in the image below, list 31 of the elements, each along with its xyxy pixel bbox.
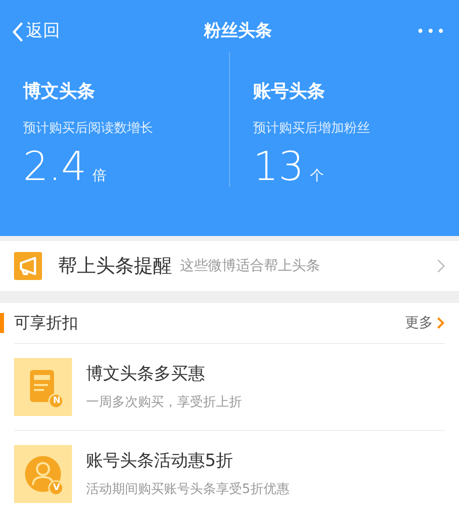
offer-item[interactable]: V 账号头条活动惠5折 活动期间购买账号头条享受5折优惠: [14, 430, 445, 514]
offer-title: 账号头条活动惠5折: [86, 450, 234, 472]
stat-description: 预计购买后增加粉丝: [253, 120, 371, 138]
megaphone-icon: [14, 252, 42, 280]
section-marker: [0, 313, 4, 333]
chevron-icon: [437, 259, 445, 273]
stat-unit: 个: [310, 166, 324, 186]
stat-value: 13: [253, 146, 304, 186]
person-icon: [25, 456, 61, 492]
more-link[interactable]: 更多: [405, 312, 445, 334]
stat-title: 账号头条: [253, 80, 326, 104]
reminder-row[interactable]: 帮上头条提醒 这些微博适合帮上头条: [0, 241, 459, 291]
reminder-title: 帮上头条提醒: [58, 254, 172, 279]
back-icon: [12, 21, 24, 43]
offer-description: 一周多次购买，享受折上折: [86, 394, 242, 412]
offer-title: 博文头条多买惠: [86, 362, 206, 386]
stat-value: 2.4: [23, 146, 87, 186]
badge-circle: [48, 393, 64, 409]
section-title: 可享折扣: [14, 312, 78, 334]
page-title: 粉丝头条: [204, 20, 272, 44]
stat-title: 博文头条: [23, 80, 96, 104]
offer-description: 活动期间购买账号头条享受5折优惠: [86, 481, 290, 499]
chevron-icon: [437, 317, 445, 329]
document-icon: [30, 370, 54, 402]
badge-letter: N: [53, 395, 61, 407]
offer-item[interactable]: N 博文头条多买惠 一周多次购买，享受折上折: [14, 343, 445, 430]
stat-description: 预计购买后阅读数增长: [23, 120, 154, 138]
badge-letter: V: [53, 482, 60, 494]
reminder-subtitle: 这些微博适合帮上头条: [180, 256, 320, 276]
stat-unit: 倍: [92, 166, 107, 186]
badge-circle: [48, 480, 64, 496]
